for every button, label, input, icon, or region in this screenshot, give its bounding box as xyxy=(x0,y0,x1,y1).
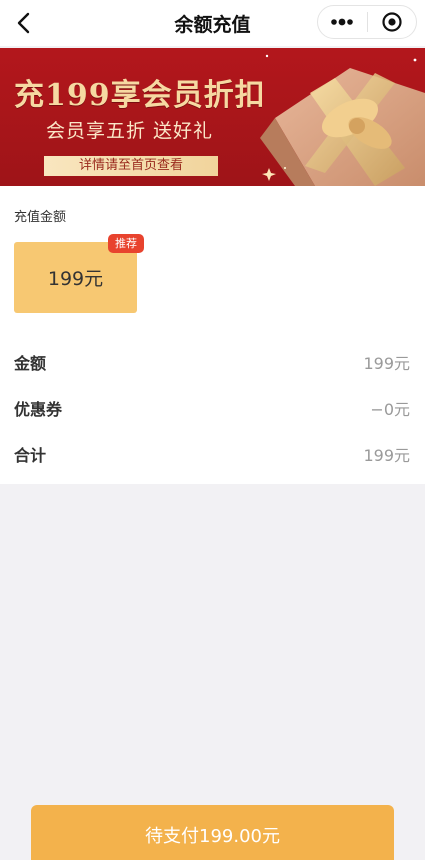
section-label-recharge-amount: 充值金额 xyxy=(14,210,67,225)
summary-label: 金额 xyxy=(14,354,47,373)
back-button[interactable] xyxy=(10,9,38,37)
pay-button[interactable]: 待支付199.00元 xyxy=(31,805,394,860)
target-circle-icon xyxy=(382,12,402,32)
close-program-button[interactable] xyxy=(368,6,417,38)
summary-row-total: 合计 199元 xyxy=(14,442,410,466)
more-dots-icon xyxy=(331,18,354,26)
more-button[interactable] xyxy=(318,6,367,38)
recharge-page: 余额充值 充199享会员折扣 会员享五折 送好礼 详情请至首页查看 充值金额 1… xyxy=(0,0,425,860)
promo-banner[interactable]: 充199享会员折扣 会员享五折 送好礼 详情请至首页查看 xyxy=(0,48,425,186)
gift-box-image xyxy=(260,54,425,186)
recharge-card: 充值金额 199元 推荐 金额 199元 优惠券 −0元 合计 199元 xyxy=(0,186,425,484)
banner-subtitle: 会员享五折 送好礼 xyxy=(46,120,214,142)
summary-row-amount: 金额 199元 xyxy=(14,350,410,374)
summary-label: 优惠券 xyxy=(14,400,63,419)
summary-value: 199元 xyxy=(363,446,410,465)
summary-value: −0元 xyxy=(370,400,410,419)
recommend-badge: 推荐 xyxy=(108,234,144,253)
banner-note: 详情请至首页查看 xyxy=(44,156,218,176)
summary-row-coupon[interactable]: 优惠券 −0元 xyxy=(14,396,410,420)
summary-value: 199元 xyxy=(363,354,410,373)
banner-headline: 充199享会员折扣 xyxy=(14,78,266,113)
nav-bar: 余额充值 xyxy=(0,0,425,46)
chevron-left-icon xyxy=(17,12,30,34)
mini-program-capsule xyxy=(317,5,417,39)
page-title: 余额充值 xyxy=(174,13,251,36)
summary-label: 合计 xyxy=(14,446,47,465)
